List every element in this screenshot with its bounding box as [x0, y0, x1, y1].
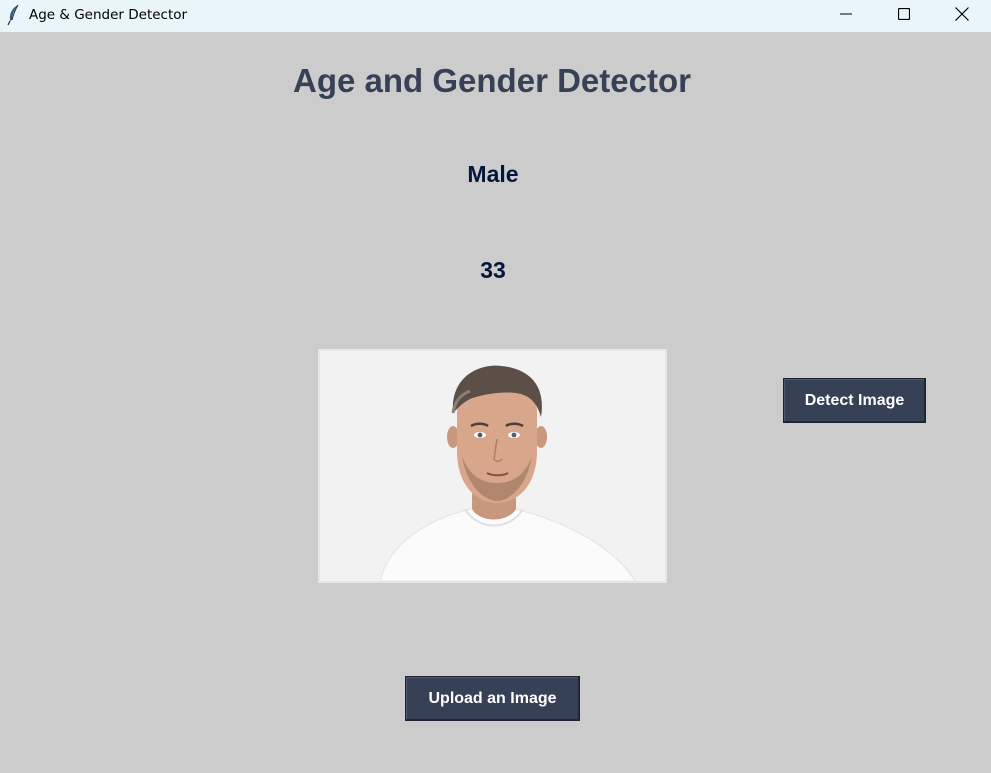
minimize-button[interactable] [817, 0, 875, 32]
close-icon [955, 6, 969, 26]
gender-result-label: Male [467, 161, 519, 187]
detect-image-button[interactable]: Detect Image [783, 378, 926, 423]
portrait-image [320, 351, 665, 581]
app-main: Age and Gender Detector Male 33 Detect I… [0, 32, 991, 773]
maximize-button[interactable] [875, 0, 933, 32]
uploaded-image [318, 349, 667, 583]
page-title: Age and Gender Detector [293, 62, 691, 99]
feather-icon [6, 4, 22, 26]
maximize-icon [897, 7, 911, 25]
age-result-label: 33 [480, 257, 506, 283]
close-button[interactable] [933, 0, 991, 32]
window-title: Age & Gender Detector [29, 7, 188, 23]
minimize-icon [840, 7, 852, 25]
upload-image-button[interactable]: Upload an Image [405, 676, 580, 721]
window-titlebar: Age & Gender Detector [0, 0, 991, 32]
